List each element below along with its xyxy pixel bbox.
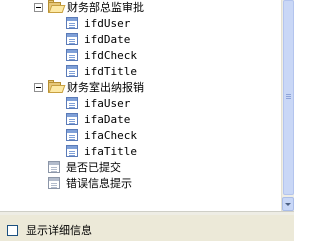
tree-item-label: ifdTitle — [84, 64, 137, 78]
tree-item-label: ifaCheck — [84, 128, 137, 142]
field-icon — [66, 113, 78, 125]
field-tree[interactable]: 财务部总监审批 ifdUser ifdDate ifdCheck ifdTitl… — [0, 0, 281, 211]
scrollbar-thumb[interactable] — [283, 0, 294, 195]
tree-item-submitted[interactable]: 是否已提交 — [48, 159, 121, 175]
scroll-down-arrow-icon[interactable] — [282, 197, 294, 211]
tree-item-label: ifdUser — [84, 16, 131, 30]
tree-item-field[interactable]: ifdTitle — [66, 63, 137, 79]
field-icon — [66, 145, 78, 157]
tree-item-label: ifaDate — [84, 112, 131, 126]
tree-item-field[interactable]: ifdUser — [66, 15, 130, 31]
tree-item-field[interactable]: ifaUser — [66, 95, 130, 111]
show-details-label: 显示详细信息 — [26, 224, 92, 237]
tree-item-label: ifaUser — [84, 96, 131, 110]
tree-item-field[interactable]: ifaCheck — [66, 127, 137, 143]
collapse-toggle-icon[interactable] — [34, 2, 43, 12]
show-details-checkbox[interactable] — [7, 224, 18, 236]
tree-group-label: 财务室出纳报销 — [67, 81, 144, 94]
tree-item-label: 是否已提交 — [66, 161, 121, 174]
tree-group-label: 财务部总监审批 — [67, 1, 144, 14]
show-details-option[interactable]: 显示详细信息 — [7, 222, 92, 238]
collapse-toggle-icon[interactable] — [34, 82, 43, 92]
field-icon — [66, 17, 78, 29]
field-icon — [66, 129, 78, 141]
open-folder-icon — [48, 79, 66, 94]
tree-item-field[interactable]: ifaDate — [66, 111, 130, 127]
vertical-scrollbar[interactable] — [281, 0, 294, 211]
field-icon — [48, 177, 60, 189]
field-icon — [66, 65, 78, 77]
field-icon — [66, 49, 78, 61]
tree-item-error-message[interactable]: 错误信息提示 — [48, 175, 132, 191]
tree-item-field[interactable]: ifdCheck — [66, 47, 137, 63]
tree-item-label: ifaTitle — [84, 144, 137, 158]
field-icon — [48, 161, 60, 173]
field-icon — [66, 33, 78, 45]
tree-group-finance-cashier[interactable]: 财务室出纳报销 — [34, 79, 144, 95]
tree-group-finance-director[interactable]: 财务部总监审批 — [34, 0, 144, 15]
tree-item-field[interactable]: ifaTitle — [66, 143, 137, 159]
tree-item-field[interactable]: ifdDate — [66, 31, 130, 47]
tree-item-label: ifdDate — [84, 32, 131, 46]
tree-item-label: ifdCheck — [84, 48, 137, 62]
open-folder-icon — [48, 0, 66, 14]
field-icon — [66, 97, 78, 109]
tree-item-label: 错误信息提示 — [66, 177, 132, 190]
options-bar: 显示详细信息 — [0, 215, 294, 241]
